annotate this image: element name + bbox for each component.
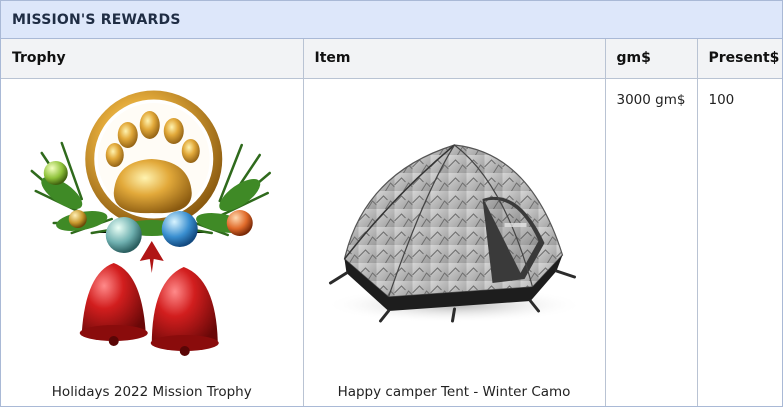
- trophy-caption: Holidays 2022 Mission Trophy: [51, 384, 252, 400]
- trophy-cell: Holidays 2022 Mission Trophy: [1, 78, 304, 406]
- item-caption: Happy camper Tent - Winter Camo: [337, 384, 571, 400]
- tent-image: [304, 83, 605, 367]
- panel-title: MISSION'S REWARDS: [1, 1, 782, 39]
- gm-cell: 3000 gm$: [605, 78, 698, 406]
- present-value: 100: [708, 91, 735, 108]
- present-cell: 100: [697, 78, 782, 406]
- header-present: Present$: [697, 39, 782, 79]
- gm-value: 3000 gm$: [616, 91, 686, 108]
- header-trophy: Trophy: [1, 39, 304, 79]
- item-cell: Happy camper Tent - Winter Camo: [303, 78, 606, 406]
- rewards-table: Trophy Item gm$ Present$ Holidays 2022 M…: [1, 39, 782, 406]
- table-header-row: Trophy Item gm$ Present$: [1, 39, 782, 79]
- trophy-image: [1, 83, 303, 367]
- missions-rewards-panel: MISSION'S REWARDS Trophy Item gm$ Presen…: [0, 0, 783, 407]
- table-row: Holidays 2022 Mission Trophy Happy campe…: [1, 78, 782, 406]
- header-item: Item: [303, 39, 606, 79]
- header-gm: gm$: [605, 39, 698, 79]
